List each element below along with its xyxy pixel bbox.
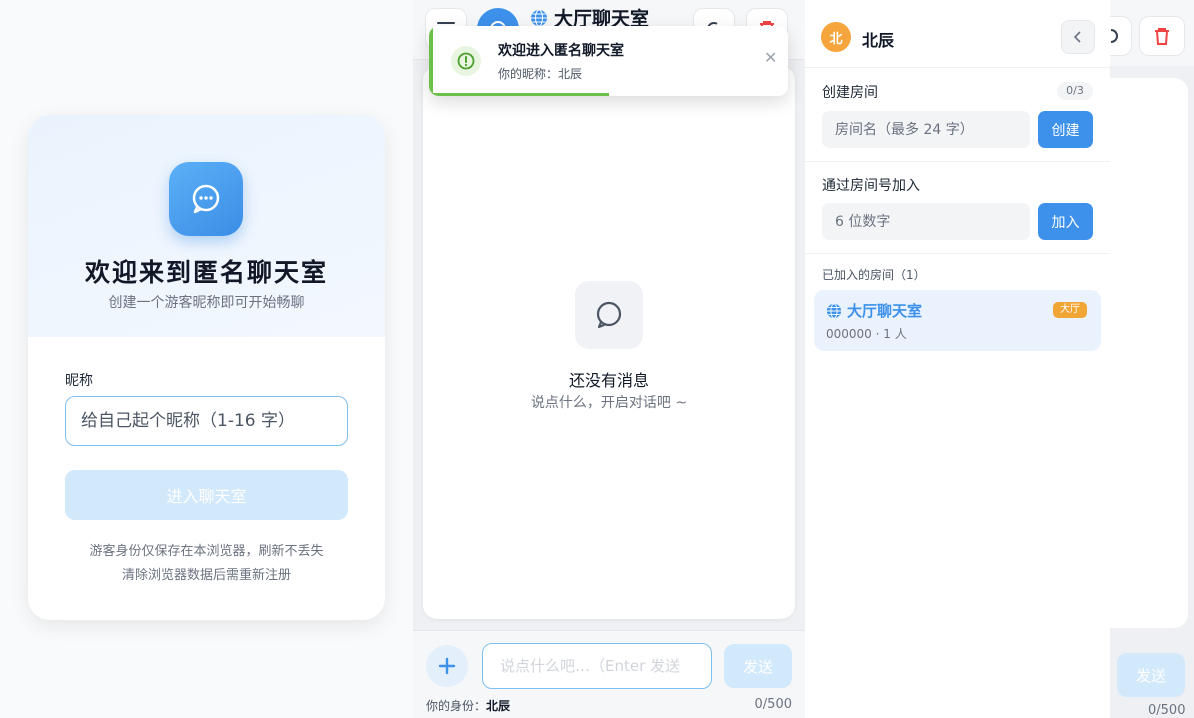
nickname-input[interactable] [65, 396, 348, 446]
join-room-button[interactable]: 加入 [1038, 203, 1093, 240]
background-header [1110, 0, 1194, 66]
login-subtitle: 创建一个游客昵称即可开始畅聊 [108, 295, 305, 311]
message-list: 还没有消息 说点什么，开启对话吧 ~ [423, 66, 795, 619]
joined-rooms-label: 已加入的房间（1） [822, 268, 926, 282]
login-note: 清除浏览器数据后需重新注册 [121, 568, 291, 583]
avatar: 北 [821, 22, 851, 52]
send-button[interactable]: 发送 [724, 644, 792, 688]
refresh-button[interactable] [1110, 16, 1132, 56]
divider [805, 161, 1110, 162]
room-count-badge: 0/3 [1057, 82, 1093, 100]
user-name: 北辰 [862, 31, 895, 50]
identity-line: 你的身份：北辰 [426, 699, 511, 713]
chat-screen: 大厅聊天室 还没有消息 说点什么，开启对话吧 ~ 欢迎进入匿名聊天室 你的昵称：… [413, 0, 805, 718]
toast-accent [429, 26, 433, 96]
room-name-input[interactable] [822, 111, 1030, 148]
message-input[interactable] [482, 643, 712, 689]
delete-button[interactable] [1139, 16, 1185, 56]
composer: 发送 你的身份：北辰 0/500 [413, 630, 805, 718]
attach-button[interactable] [426, 645, 468, 687]
empty-chat-icon [575, 281, 643, 349]
lobby-badge: 大厅 [1053, 302, 1087, 318]
create-room-button[interactable]: 创建 [1038, 111, 1093, 148]
toast-message: 你的昵称：北辰 [498, 67, 583, 81]
plus-icon [438, 657, 456, 675]
login-hero: 欢迎来到匿名聊天室 创建一个游客昵称即可开始畅聊 [28, 115, 385, 337]
trash-icon [1155, 28, 1169, 45]
welcome-toast: 欢迎进入匿名聊天室 你的昵称：北辰 ✕ [429, 26, 788, 96]
send-button[interactable]: 发送 [1117, 653, 1185, 697]
toast-progress [429, 93, 609, 96]
chat-bubble-icon [169, 162, 243, 236]
empty-title: 还没有消息 [568, 371, 649, 390]
collapse-drawer-button[interactable] [1061, 20, 1095, 54]
login-note: 游客身份仅保存在本浏览器，刷新不丢失 [89, 544, 324, 559]
char-count: 0/500 [1148, 703, 1186, 718]
refresh-icon [1110, 29, 1118, 43]
room-drawer: 北 北辰 创建房间 0/3 创建 通过房间号加入 加入 已加入的房间（1） 大厅… [805, 0, 1110, 718]
info-icon [451, 46, 481, 76]
close-icon[interactable]: ✕ [764, 48, 777, 67]
divider [805, 253, 1110, 254]
char-count: 0/500 [754, 697, 792, 712]
login-title: 欢迎来到匿名聊天室 [84, 258, 328, 287]
globe-icon [531, 9, 547, 26]
room-item-meta: 000000 · 1 人 [826, 327, 907, 341]
join-room-label: 通过房间号加入 [822, 178, 920, 194]
room-item-name: 大厅聊天室 [826, 300, 922, 321]
enter-chat-button[interactable]: 进入聊天室 [65, 470, 348, 520]
globe-icon [826, 302, 842, 319]
chevron-left-icon [1073, 31, 1081, 43]
drawer-header: 北 北辰 [805, 0, 1110, 68]
login-screen: 欢迎来到匿名聊天室 创建一个游客昵称即可开始畅聊 昵称 进入聊天室 游客身份仅保… [0, 0, 413, 718]
room-code-input[interactable] [822, 203, 1030, 240]
nickname-label: 昵称 [65, 373, 93, 389]
background-chat: 发送 0/500 [1110, 0, 1194, 718]
login-card: 欢迎来到匿名聊天室 创建一个游客昵称即可开始畅聊 昵称 进入聊天室 游客身份仅保… [28, 115, 385, 620]
create-room-label: 创建房间 [822, 85, 878, 101]
empty-subtitle: 说点什么，开启对话吧 ~ [530, 395, 688, 411]
background-message-list [1110, 78, 1188, 628]
room-list-item[interactable]: 大厅聊天室 000000 · 1 人 大厅 [814, 290, 1101, 351]
toast-title: 欢迎进入匿名聊天室 [498, 43, 624, 59]
